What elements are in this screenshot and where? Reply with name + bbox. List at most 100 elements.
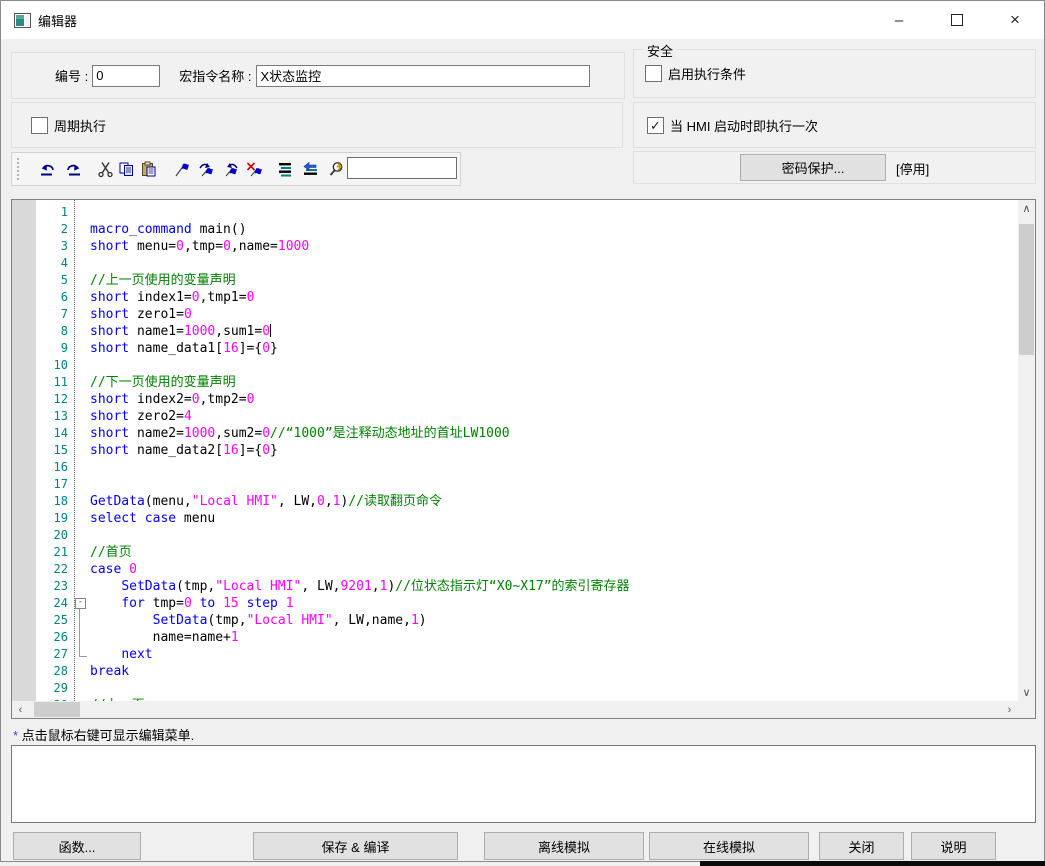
horizontal-scroll-thumb[interactable] bbox=[34, 702, 80, 717]
macro-name-label: 宏指令名称 : bbox=[179, 66, 251, 85]
code-line[interactable]: 23 SetData(tmp,"Local HMI", LW,9201,1)//… bbox=[12, 578, 1018, 595]
line-number: 20 bbox=[12, 527, 68, 544]
find-icon[interactable] bbox=[328, 161, 345, 178]
code-line[interactable]: 21 //首页 bbox=[12, 544, 1018, 561]
scroll-left-icon[interactable]: ‹ bbox=[12, 701, 29, 718]
functions-button[interactable]: 函数... bbox=[13, 832, 141, 860]
redo-icon[interactable] bbox=[65, 161, 82, 178]
line-number: 4 bbox=[12, 255, 68, 272]
code-line[interactable]: 2macro_command main() bbox=[12, 221, 1018, 238]
compile-output-box[interactable] bbox=[11, 745, 1036, 823]
indent-icon[interactable] bbox=[302, 161, 319, 178]
code-line[interactable]: 25 SetData(tmp,"Local HMI", LW,name,1) bbox=[12, 612, 1018, 629]
code-line[interactable]: 3short menu=0,tmp=0,name=1000 bbox=[12, 238, 1018, 255]
vertical-scrollbar[interactable]: ∧ ∨ bbox=[1018, 200, 1035, 701]
scroll-right-icon[interactable]: › bbox=[1001, 701, 1018, 718]
enable-exec-condition-checkbox[interactable] bbox=[645, 65, 662, 82]
minimize-button[interactable]: – bbox=[870, 1, 928, 39]
save-compile-button[interactable]: 保存 & 编译 bbox=[253, 832, 458, 860]
line-number: 13 bbox=[12, 408, 68, 425]
code-line[interactable]: 20 bbox=[12, 527, 1018, 544]
scroll-down-icon[interactable]: ∨ bbox=[1018, 684, 1035, 701]
code-line[interactable]: 18GetData(menu,"Local HMI", LW,0,1)//读取翻… bbox=[12, 493, 1018, 510]
code-line[interactable]: 26 name=name+1 bbox=[12, 629, 1018, 646]
fold-collapse-icon[interactable]: - bbox=[75, 598, 86, 609]
online-simulation-button[interactable]: 在线模拟 bbox=[649, 832, 809, 860]
code-lines: 12macro_command main()3short menu=0,tmp=… bbox=[12, 204, 1018, 701]
code-line[interactable]: 5//上一页使用的变量声明 bbox=[12, 272, 1018, 289]
undo-icon[interactable] bbox=[39, 161, 56, 178]
next-bookmark-icon[interactable] bbox=[198, 161, 215, 178]
find-input[interactable] bbox=[347, 157, 457, 179]
fold-margin bbox=[68, 697, 90, 701]
titlebar: 编辑器 – × bbox=[1, 1, 1044, 39]
fold-margin bbox=[68, 544, 90, 561]
help-button[interactable]: 说明 bbox=[911, 832, 996, 860]
code-line[interactable]: 24 for tmp=0 to 15 step 1 bbox=[12, 595, 1018, 612]
fold-margin bbox=[68, 476, 90, 493]
code-line[interactable]: 6short index1=0,tmp1=0 bbox=[12, 289, 1018, 306]
code-line[interactable]: 12short index2=0,tmp2=0 bbox=[12, 391, 1018, 408]
hint-message: 点击鼠标右键可显示编辑菜单. bbox=[18, 728, 194, 743]
macro-name-input[interactable] bbox=[256, 65, 590, 87]
fold-margin bbox=[68, 391, 90, 408]
goto-line-icon[interactable] bbox=[277, 161, 294, 178]
code-line[interactable]: 16 bbox=[12, 459, 1018, 476]
periodic-exec-checkbox[interactable] bbox=[31, 117, 48, 134]
previous-bookmark-icon[interactable] bbox=[222, 161, 239, 178]
fold-margin bbox=[68, 306, 90, 323]
code-content[interactable]: 12macro_command main()3short menu=0,tmp=… bbox=[12, 200, 1018, 701]
code-text: //首页 bbox=[90, 544, 132, 561]
maximize-button[interactable] bbox=[928, 1, 986, 39]
code-line[interactable]: 8short name1=1000,sum1=0 bbox=[12, 323, 1018, 340]
code-text: GetData(menu,"Local HMI", LW,0,1)//读取翻页命… bbox=[90, 493, 442, 510]
line-number: 16 bbox=[12, 459, 68, 476]
line-number: 17 bbox=[12, 476, 68, 493]
line-number: 21 bbox=[12, 544, 68, 561]
line-number: 6 bbox=[12, 289, 68, 306]
fold-margin bbox=[68, 510, 90, 527]
code-line[interactable]: 15short name_data2[16]={0} bbox=[12, 442, 1018, 459]
code-text: short name_data1[16]={0} bbox=[90, 340, 278, 357]
code-line[interactable]: 13 short zero2=4 bbox=[12, 408, 1018, 425]
code-text: short zero2=4 bbox=[90, 408, 192, 425]
code-text: SetData(tmp,"Local HMI", LW,name,1) bbox=[90, 612, 427, 629]
toggle-bookmark-icon[interactable] bbox=[174, 161, 191, 178]
code-line[interactable]: 9short name_data1[16]={0} bbox=[12, 340, 1018, 357]
copy-icon[interactable] bbox=[118, 161, 135, 178]
code-line[interactable]: 7short zero1=0 bbox=[12, 306, 1018, 323]
fold-margin bbox=[68, 374, 90, 391]
clear-bookmarks-icon[interactable] bbox=[246, 161, 263, 178]
code-line[interactable]: 14short name2=1000,sum2=0//“1000”是注释动态地址… bbox=[12, 425, 1018, 442]
code-line[interactable]: 4 bbox=[12, 255, 1018, 272]
close-dialog-button[interactable]: 关闭 bbox=[819, 832, 904, 860]
code-text: short zero1=0 bbox=[90, 306, 192, 323]
code-line[interactable]: 11//下一页使用的变量声明 bbox=[12, 374, 1018, 391]
maximize-icon bbox=[951, 14, 963, 26]
paste-icon[interactable] bbox=[140, 161, 157, 178]
fold-margin bbox=[68, 578, 90, 595]
code-line[interactable]: 17 bbox=[12, 476, 1018, 493]
security-group-title: 安全 bbox=[643, 41, 677, 60]
startup-exec-checkbox[interactable]: ✓ bbox=[647, 117, 664, 134]
close-button[interactable]: × bbox=[986, 1, 1044, 39]
code-line[interactable]: 1 bbox=[12, 204, 1018, 221]
vertical-scroll-thumb[interactable] bbox=[1019, 224, 1034, 355]
line-number: 19 bbox=[12, 510, 68, 527]
code-line[interactable]: 19select case menu bbox=[12, 510, 1018, 527]
line-number: 1 bbox=[12, 204, 68, 221]
offline-simulation-button[interactable]: 离线模拟 bbox=[484, 832, 644, 860]
code-line[interactable]: 10 bbox=[12, 357, 1018, 374]
code-line[interactable]: 22case 0 bbox=[12, 561, 1018, 578]
number-input[interactable] bbox=[92, 65, 160, 87]
toolbar-grip[interactable] bbox=[17, 158, 22, 180]
code-line[interactable]: 28break bbox=[12, 663, 1018, 680]
code-line[interactable]: 29 bbox=[12, 680, 1018, 697]
horizontal-scrollbar[interactable]: ‹ › bbox=[12, 701, 1018, 718]
password-protect-button[interactable]: 密码保护... bbox=[740, 154, 886, 181]
fold-margin bbox=[68, 323, 90, 340]
scroll-up-icon[interactable]: ∧ bbox=[1018, 200, 1035, 217]
code-line[interactable]: 30//上一页 bbox=[12, 697, 1018, 701]
cut-icon[interactable] bbox=[97, 161, 114, 178]
code-line[interactable]: 27 next bbox=[12, 646, 1018, 663]
